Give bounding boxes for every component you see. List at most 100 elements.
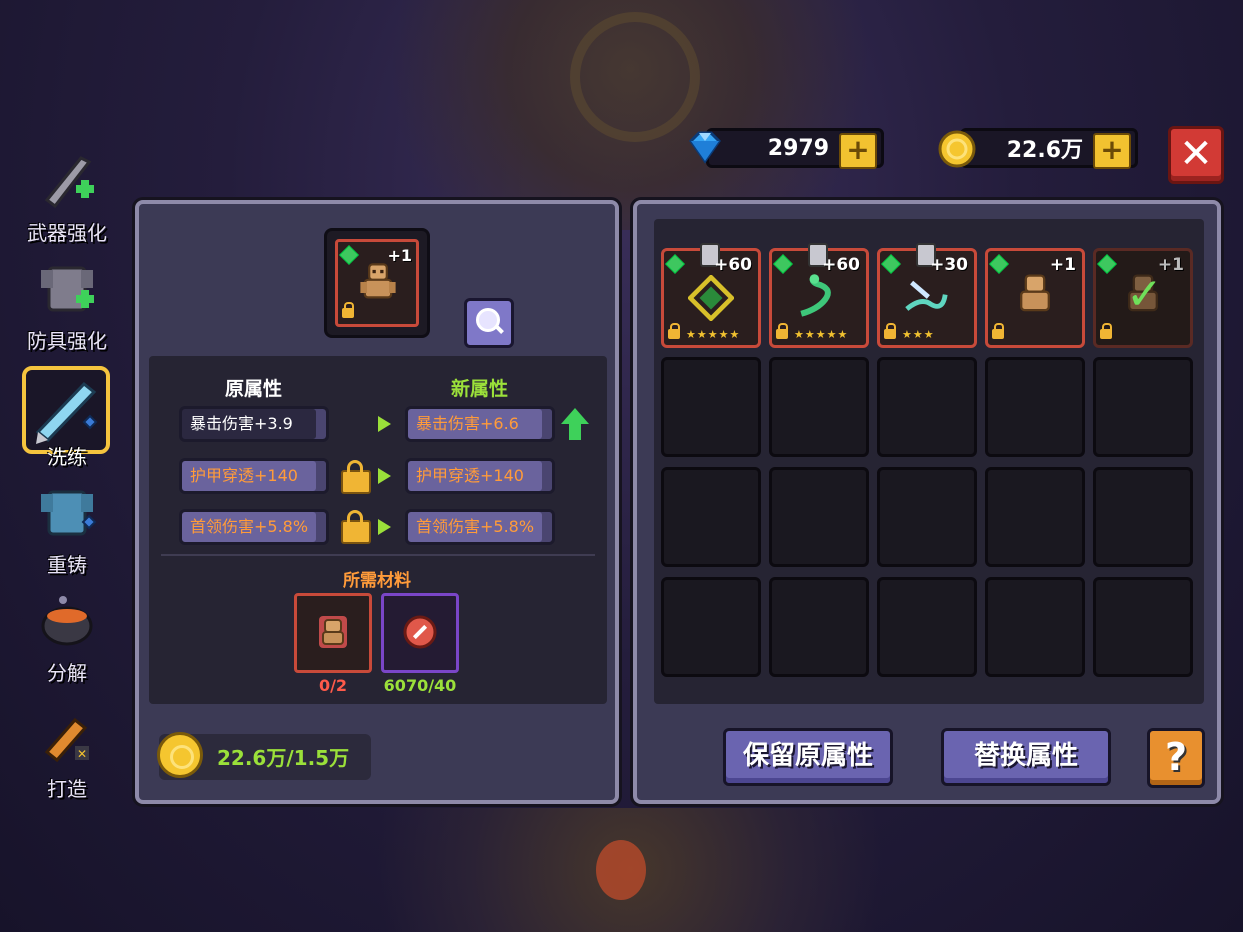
empty-slot[interactable]	[1093, 577, 1193, 677]
new-attributes-title: 新属性	[451, 378, 509, 400]
empty-slot[interactable]	[877, 577, 977, 677]
golem-idol-icon	[360, 263, 396, 299]
replace-attributes-button[interactable]: 替换属性	[941, 728, 1111, 786]
original-attributes-title: 原属性	[225, 378, 283, 400]
empty-slot[interactable]	[661, 467, 761, 567]
empty-slot[interactable]	[985, 357, 1085, 457]
inventory-item-idol-equipped[interactable]: +1 ✓	[1093, 248, 1193, 348]
arrow-icon	[378, 416, 391, 432]
background-ship-art	[330, 0, 930, 230]
item-stars: ★★★★★	[686, 328, 741, 341]
armor-icon	[41, 266, 94, 312]
empty-slot[interactable]	[877, 467, 977, 567]
gem-socket-icon	[773, 254, 793, 274]
material-slot-idol[interactable]	[294, 593, 372, 673]
new-attribute-1: 暴击伤害+6.6	[405, 406, 555, 442]
refine-panel: +1 原属性 新属性 暴击伤害+3.9 暴击伤害+6.6 护甲穿透+140 护甲…	[135, 200, 619, 804]
attribute-lock-icon[interactable]	[341, 460, 371, 494]
sidebar-item-label: 分解	[47, 661, 87, 685]
diamond-icon	[689, 131, 721, 164]
golem-idol-icon	[319, 616, 347, 648]
empty-slot[interactable]	[661, 357, 761, 457]
empty-slot[interactable]	[877, 357, 977, 457]
close-button[interactable]: ✕	[1168, 126, 1224, 184]
inventory-item-amulet[interactable]: +60 ★★★★★	[661, 243, 761, 348]
divider	[161, 554, 595, 556]
upgrade-arrow-icon	[561, 408, 589, 424]
gold-amount: 22.6万	[1006, 138, 1083, 163]
background-orb	[596, 840, 646, 900]
item-level: +60	[822, 255, 860, 275]
item-stars: ★★★	[902, 328, 935, 341]
armor-gem-icon	[41, 490, 97, 536]
sidebar-item-armor-upgrade[interactable]: 防具强化	[12, 254, 122, 354]
item-level: +60	[714, 255, 752, 275]
sidebar-item-weapon-upgrade[interactable]: 武器强化	[12, 146, 122, 246]
add-gold-button[interactable]: +	[1093, 133, 1131, 169]
lock-icon	[776, 323, 788, 339]
gem-amount: 2979	[767, 135, 829, 161]
lock-icon	[668, 323, 680, 339]
amulet-icon	[688, 275, 734, 321]
item-stars: ★★★★★	[794, 328, 849, 341]
empty-slot[interactable]	[769, 467, 869, 567]
dragon-icon	[905, 280, 948, 311]
new-attribute-2: 护甲穿透+140	[405, 458, 555, 494]
empty-slot[interactable]	[1093, 357, 1193, 457]
original-attribute-2: 护甲穿透+140	[179, 458, 329, 494]
add-gems-button[interactable]: +	[839, 133, 877, 169]
selected-equipment[interactable]: +1	[335, 239, 419, 327]
inventory-item-idol[interactable]: +1	[985, 248, 1085, 348]
svg-text:✕: ✕	[77, 747, 87, 761]
inspect-button[interactable]	[464, 298, 514, 348]
material-slot-stone[interactable]	[381, 593, 459, 673]
empty-slot[interactable]	[1093, 467, 1193, 567]
gold-counter: 22.6万 +	[938, 128, 1138, 169]
material-count-stone: 6070/40	[383, 676, 457, 695]
checkmark-icon: ✓	[1126, 269, 1163, 320]
gem-socket-icon	[989, 254, 1009, 274]
sidebar-item-refine[interactable]: 洗练	[12, 366, 122, 470]
gem-counter: 2979 +	[689, 128, 884, 169]
empty-slot[interactable]	[985, 577, 1085, 677]
original-attribute-1: 暴击伤害+3.9	[179, 406, 329, 442]
golem-idol-icon	[1020, 274, 1050, 312]
sidebar-item-reforge[interactable]: 重铸	[12, 478, 122, 578]
empty-slot[interactable]	[769, 357, 869, 457]
inventory-item-serpent[interactable]: +60 ★★★★★	[769, 243, 869, 348]
sidebar-item-label: 武器强化	[27, 221, 107, 245]
refine-stone-icon	[403, 615, 437, 649]
gold-coin-icon	[157, 732, 203, 778]
materials-title: 所需材料	[343, 571, 411, 591]
lock-icon	[342, 302, 354, 318]
empty-slot[interactable]	[985, 467, 1085, 567]
hammer-icon: ✕	[44, 717, 89, 763]
sword-icon	[44, 156, 94, 209]
keep-original-button[interactable]: 保留原属性	[723, 728, 893, 786]
sidebar-item-label: 打造	[47, 777, 87, 801]
gem-socket-icon	[1097, 254, 1117, 274]
sidebar-item-label: 洗练	[47, 445, 87, 469]
sidebar-item-label: 重铸	[47, 553, 87, 577]
attribute-lock-icon[interactable]	[341, 510, 371, 544]
empty-slot[interactable]	[661, 577, 761, 677]
sidebar-item-decompose[interactable]: 分解	[12, 586, 122, 686]
material-count-idol: 0/2	[318, 676, 348, 695]
arrow-icon	[378, 468, 391, 484]
empty-slot[interactable]	[769, 577, 869, 677]
cauldron-icon	[41, 596, 93, 646]
selected-equipment-slot[interactable]: +1	[324, 228, 430, 338]
gold-cost-value: 22.6万/1.5万	[217, 746, 350, 770]
lock-icon	[992, 323, 1004, 339]
sidebar-item-forge[interactable]: ✕ 打造	[12, 702, 122, 802]
lock-icon	[884, 323, 896, 339]
help-button[interactable]: ?	[1147, 728, 1205, 788]
lock-icon	[1100, 323, 1112, 339]
gem-socket-icon	[881, 254, 901, 274]
background-bottom-art	[320, 808, 940, 932]
serpent-icon	[800, 274, 831, 317]
inventory-grid: +60 ★★★★★ +60 ★★★★★ +30 ★★★ +1 +1 ✓	[654, 219, 1204, 704]
inventory-item-dragon[interactable]: +30 ★★★	[877, 243, 977, 348]
inventory-panel: +60 ★★★★★ +60 ★★★★★ +30 ★★★ +1 +1 ✓ 保留原属…	[633, 200, 1221, 804]
new-attribute-3: 首领伤害+5.8%	[405, 509, 555, 545]
